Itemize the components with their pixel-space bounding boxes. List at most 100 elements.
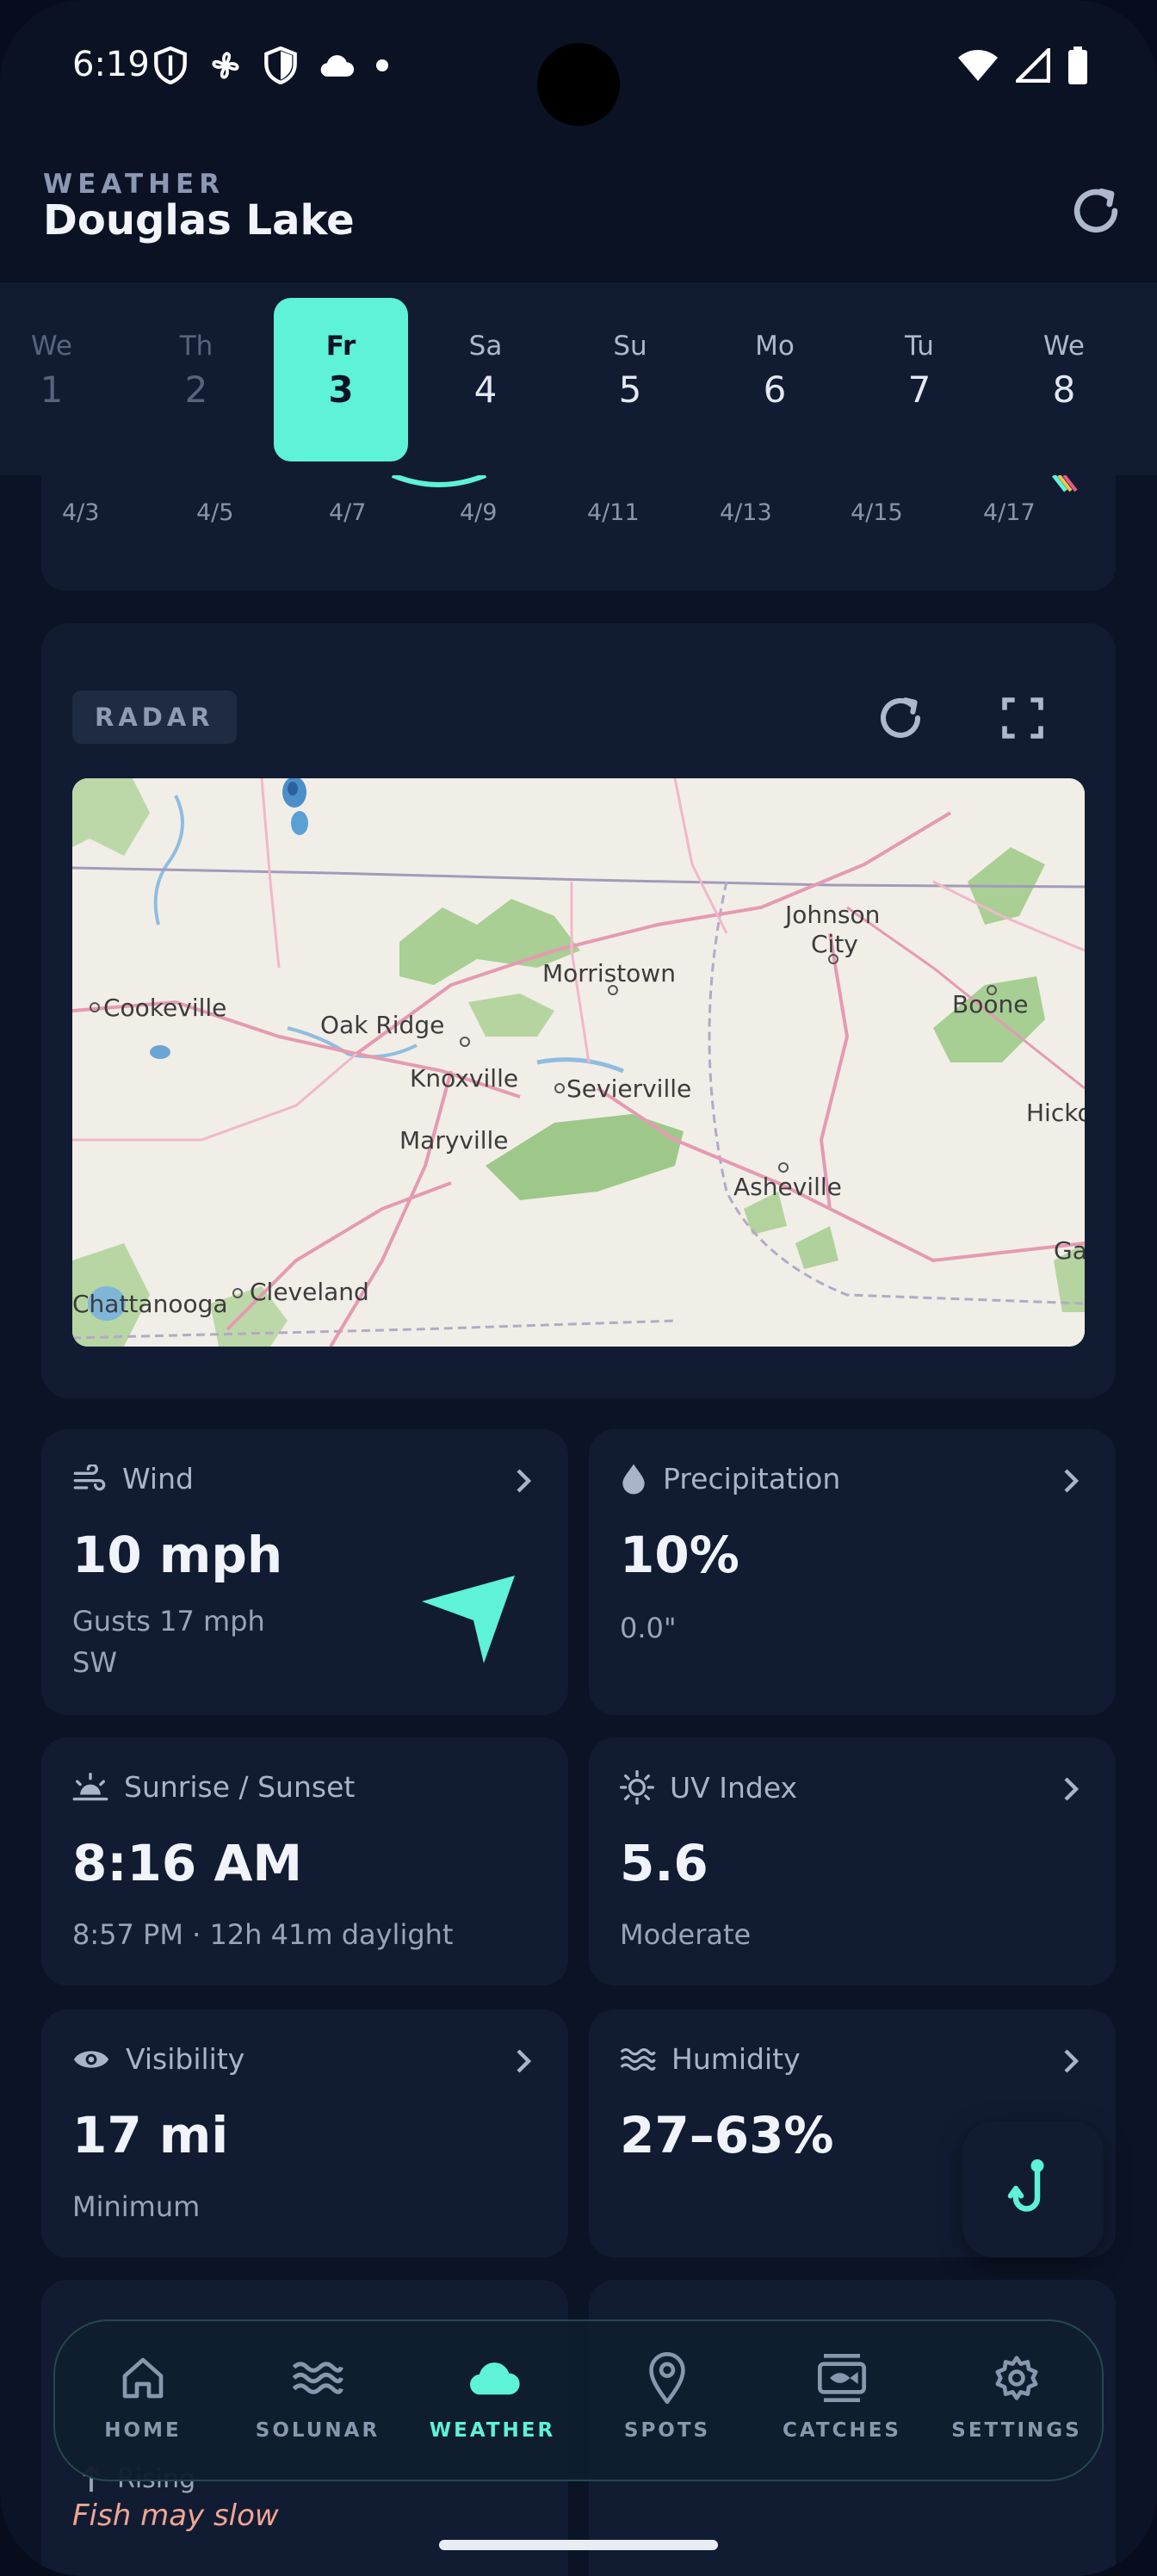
visibility-value: 17 mi [72, 2106, 229, 2164]
wind-icon [73, 1464, 106, 1490]
wind-direction-arrow-icon [422, 1576, 515, 1663]
chart-x-tick: 4/7 [329, 499, 367, 526]
fish-photo-icon [818, 2354, 866, 2402]
radar-badge: RADAR [72, 690, 237, 744]
battery-icon [1068, 46, 1087, 84]
day-tab[interactable]: Th 2 [129, 298, 263, 461]
sun-icon [620, 1770, 654, 1805]
day-tab[interactable]: Tu 7 [852, 298, 987, 461]
refresh-icon[interactable] [1066, 181, 1126, 241]
map-label: Chattanooga [72, 1290, 228, 1318]
sunrise-icon [72, 1772, 108, 1800]
nav-weather[interactable]: WEATHER [406, 2350, 578, 2442]
day-tab[interactable]: We 1 [0, 298, 119, 461]
map-layer: Johnson City Morristown Cookeville Boone… [72, 778, 1085, 1347]
chevron-right-icon [517, 1469, 532, 1493]
uv-index-level: Moderate [620, 1918, 752, 1951]
precipitation-value: 10% [620, 1526, 739, 1584]
sunrise-sunset-card[interactable]: Sunrise / Sunset 8:16 AM 8:57 PM · 12h 4… [41, 1737, 568, 1985]
radar-card: RADAR Johnson City Morristown Cookeville… [41, 623, 1116, 1398]
chart-x-tick: 4/3 [62, 499, 100, 526]
map-label: Knoxville [410, 1064, 518, 1093]
chart-x-tick: 4/5 [196, 499, 234, 526]
home-indicator[interactable] [439, 2540, 718, 2550]
visibility-card[interactable]: Visibility 17 mi Minimum [41, 2009, 568, 2257]
water-drop-icon [622, 1464, 645, 1494]
radar-map[interactable]: Johnson City Morristown Cookeville Boone… [72, 778, 1085, 1347]
map-label: Oak Ridge [320, 1011, 444, 1039]
nav-settings[interactable]: SETTINGS [931, 2350, 1103, 2442]
nav-solunar[interactable]: SOLUNAR [232, 2350, 404, 2442]
map-label: Johnson [783, 901, 880, 929]
location-pin-icon [649, 2352, 685, 2404]
map-label: Hicko [1026, 1099, 1085, 1127]
wind-label: Wind [122, 1462, 194, 1495]
wind-card[interactable]: Wind 10 mph Gusts 17 mph SW [41, 1429, 568, 1715]
radar-refresh-icon[interactable] [873, 690, 928, 746]
map-label: Ga [1054, 1236, 1085, 1265]
nav-home[interactable]: HOME [57, 2350, 229, 2442]
chart-x-tick: 4/17 [983, 499, 1036, 526]
visibility-note: Minimum [72, 2190, 201, 2223]
map-label: Morristown [542, 959, 676, 988]
chart-x-tick: 4/13 [720, 499, 772, 526]
cloud-icon [470, 2362, 520, 2395]
fullscreen-icon[interactable] [999, 694, 1047, 742]
chevron-right-icon [517, 2049, 532, 2073]
precipitation-card[interactable]: Precipitation 10% 0.0" [589, 1429, 1116, 1715]
shield-half-icon [264, 46, 297, 84]
chevron-right-icon [1064, 1469, 1080, 1493]
map-label: Boone [952, 990, 1028, 1019]
shield-icon [154, 46, 187, 84]
precipitation-label: Precipitation [663, 1462, 841, 1495]
day-tab[interactable]: Su 5 [563, 298, 697, 461]
status-system-icons [957, 46, 1088, 84]
cloud-icon [320, 55, 355, 77]
humidity-value: 27–63% [620, 2106, 834, 2164]
dot-icon [376, 59, 388, 71]
page-overline: WEATHER [43, 169, 226, 200]
pressure-note: Fish may slow [72, 2499, 279, 2533]
day-tab[interactable]: Mo 6 [708, 298, 842, 461]
waves-icon [620, 2047, 656, 2071]
nav-catches[interactable]: CATCHES [756, 2350, 928, 2442]
chart-x-tick: 4/15 [851, 499, 903, 526]
gear-icon [995, 2356, 1038, 2400]
sunrise-value: 8:16 AM [72, 1834, 303, 1892]
status-time: 6:19 [72, 45, 150, 84]
bottom-nav: HOME SOLUNAR WEATHER SPOTS CATCHES SETTI… [53, 2319, 1104, 2481]
log-catch-fab[interactable] [962, 2121, 1104, 2257]
map-label: City [811, 930, 858, 958]
uv-index-card[interactable]: UV Index 5.6 Moderate [589, 1737, 1116, 1985]
wind-direction: SW [72, 1646, 117, 1679]
camera-cutout [537, 43, 620, 126]
map-label: Cleveland [250, 1278, 369, 1306]
sunset-daylight: 8:57 PM · 12h 41m daylight [72, 1918, 454, 1951]
signal-icon [1016, 48, 1050, 83]
day-tab[interactable]: Sa 4 [418, 298, 553, 461]
chart-x-tick: 4/9 [460, 499, 498, 526]
eye-icon [73, 2050, 109, 2068]
fish-hook-icon [1007, 2159, 1044, 2212]
wifi-icon [958, 50, 998, 81]
waves-icon [292, 2362, 343, 2394]
uv-index-label: UV Index [670, 1770, 798, 1805]
nav-spots[interactable]: SPOTS [581, 2350, 753, 2442]
wind-gusts: Gusts 17 mph [72, 1605, 265, 1638]
map-label: Asheville [733, 1173, 842, 1201]
app-header: WEATHER Douglas Lake [0, 138, 1157, 282]
chevron-right-icon [1064, 1777, 1080, 1801]
map-label: Sevierville [566, 1074, 691, 1103]
home-icon [122, 2357, 164, 2399]
forecast-chart-card: 4/3 4/5 4/7 4/9 4/11 4/13 4/15 4/17 [41, 475, 1116, 591]
precipitation-amount: 0.0" [620, 1612, 677, 1644]
sunrise-sunset-label: Sunrise / Sunset [124, 1770, 356, 1804]
day-selector: We 1 Th 2 Fr 3 Sa 4 Su 5 Mo 6 Tu 7 We 8 [0, 282, 1157, 475]
day-tab[interactable]: We 8 [997, 298, 1131, 461]
app-screen: 6:19 WEATHER Douglas Lake We 1 Th 2 Fr 3 Sa… [0, 0, 1157, 2576]
page-title: Douglas Lake [43, 196, 355, 245]
map-label: Maryville [399, 1126, 509, 1155]
status-bar: 6:19 [0, 0, 1157, 138]
day-tab-selected[interactable]: Fr 3 [274, 298, 408, 461]
visibility-label: Visibility [126, 2042, 245, 2076]
